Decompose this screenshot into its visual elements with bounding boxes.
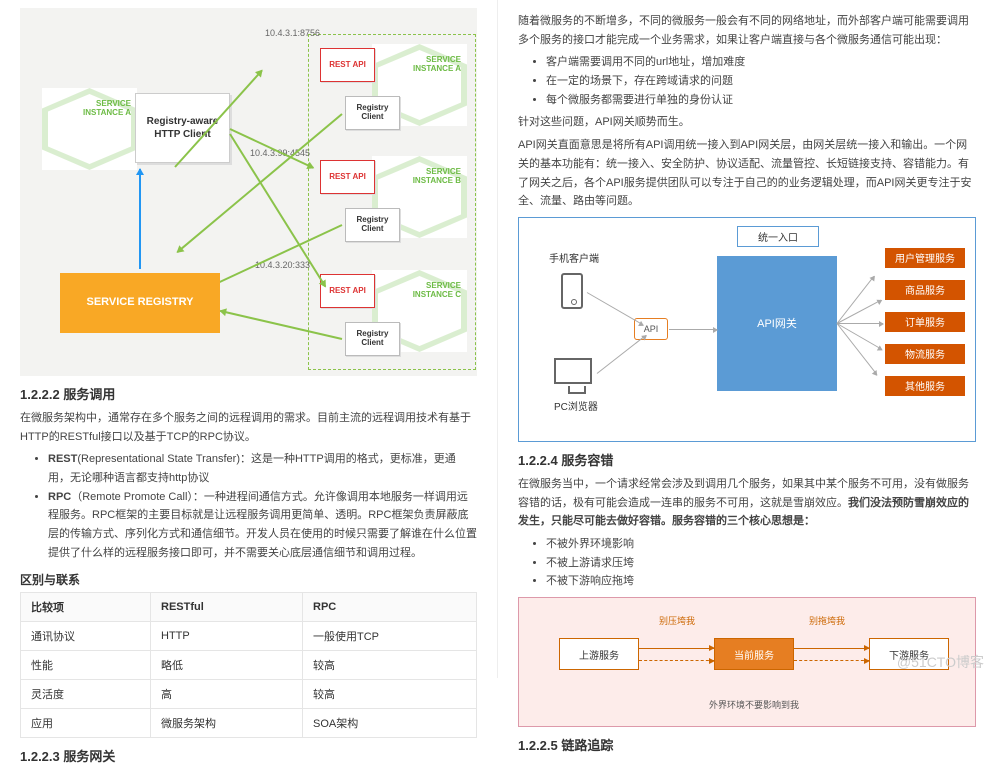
phone-client-label: 手机客户端 <box>549 250 599 265</box>
api-gateway-box: API网关 <box>717 256 837 391</box>
ft-list: 不被外界环境影响 不被上游请求压垮 不被下游响应拖垮 <box>546 535 976 591</box>
service-registry-box: SERVICE REGISTRY <box>60 273 220 333</box>
ip-label-1: 10.4.3.1:8756 <box>265 28 320 38</box>
service-other: 其他服务 <box>885 376 965 396</box>
heading-fault-tolerance: 1.2.2.4 服务容错 <box>518 450 976 469</box>
table-row: 性能略低较高 <box>21 650 477 679</box>
para-gateway-born: 针对这些问题，API网关顺势而生。 <box>518 113 976 132</box>
registry-client-box-2: Registry Client <box>345 208 400 242</box>
list-item: 不被上游请求压垮 <box>546 554 976 573</box>
heading-gateway: 1.2.2.3 服务网关 <box>20 746 477 765</box>
gateway-issue-list: 客户端需要调用不同的url地址，增加难度 在一定的场景下，存在跨域请求的问题 每… <box>546 53 976 109</box>
arrow-registry-up <box>139 169 141 269</box>
table-header: RESTful <box>151 592 303 621</box>
service-instance-a-hex: SERVICEINSTANCE A <box>42 88 137 170</box>
list-item-rpc: RPC（Remote Promote Call）：一种进程间通信方式。允许像调用… <box>48 488 477 563</box>
service-order: 订单服务 <box>885 312 965 332</box>
service-logistics: 物流服务 <box>885 344 965 364</box>
list-item: 每个微服务都需要进行单独的身份认证 <box>546 91 976 110</box>
rest-rpc-list: RESTREST(Representational State Transfer… <box>48 450 477 562</box>
table-row: 通讯协议HTTP一般使用TCP <box>21 621 477 650</box>
phone-icon <box>561 273 583 309</box>
list-item: 在一定的场景下，存在跨域请求的问题 <box>546 72 976 91</box>
compare-table: 比较项 RESTful RPC 通讯协议HTTP一般使用TCP 性能略低较高 灵… <box>20 592 477 738</box>
subhead-compare: 区别与联系 <box>20 571 477 588</box>
api-gateway-diagram: 统一入口 手机客户端 PC浏览器 API API网关 用户管理服务 商品服务 订… <box>518 217 976 442</box>
pc-icon <box>554 358 592 384</box>
watermark: @51CTO博客 <box>897 652 984 672</box>
registry-client-box-3: Registry Client <box>345 322 400 356</box>
para-ft: 在微服务当中，一个请求经常会涉及到调用几个服务，如果其中某个服务不可用，没有做服… <box>518 475 976 531</box>
table-row: 应用微服务架构SOA架构 <box>21 708 477 737</box>
current-service-box: 当前服务 <box>714 638 794 670</box>
ft-label-1: 别压垮我 <box>659 614 695 627</box>
list-item: 不被外界环境影响 <box>546 535 976 554</box>
gateway-entry-label: 统一入口 <box>737 226 819 247</box>
rest-api-box-1: REST API <box>320 48 375 82</box>
table-header: 比较项 <box>21 592 151 621</box>
rest-api-box-3: REST API <box>320 274 375 308</box>
rest-api-box-2: REST API <box>320 160 375 194</box>
left-column: SERVICEINSTANCE A Registry-aware HTTP Cl… <box>0 0 498 678</box>
para-service-call-intro: 在微服务架构中，通常存在多个服务之间的远程调用的需求。目前主流的远程调用技术有基… <box>20 409 477 446</box>
service-user-mgmt: 用户管理服务 <box>885 248 965 268</box>
para-gateway-intro: 随着微服务的不断增多，不同的微服务一般会有不同的网络地址，而外部客户端可能需要调… <box>518 12 976 49</box>
list-item: 客户端需要调用不同的url地址，增加难度 <box>546 53 976 72</box>
http-client-box: Registry-aware HTTP Client <box>135 93 230 163</box>
ft-note: 外界环境不要影响到我 <box>709 698 799 711</box>
service-product: 商品服务 <box>885 280 965 300</box>
ft-label-2: 别拖垮我 <box>809 614 845 627</box>
service-registry-diagram: SERVICEINSTANCE A Registry-aware HTTP Cl… <box>20 8 477 376</box>
registry-client-box-1: Registry Client <box>345 96 400 130</box>
table-row: 灵活度高较高 <box>21 679 477 708</box>
upstream-service-box: 上游服务 <box>559 638 639 670</box>
heading-service-call: 1.2.2.2 服务调用 <box>20 384 477 403</box>
list-item: 不被下游响应拖垮 <box>546 572 976 591</box>
right-column: 随着微服务的不断增多，不同的微服务一般会有不同的网络地址，而外部客户端可能需要调… <box>498 0 996 678</box>
table-header: RPC <box>303 592 477 621</box>
list-item-rest: RESTREST(Representational State Transfer… <box>48 450 477 487</box>
pc-browser-label: PC浏览器 <box>554 398 598 413</box>
heading-link-tracking: 1.2.2.5 链路追踪 <box>518 735 976 754</box>
para-gateway-desc: API网关直面意思是将所有API调用统一接入到API网关层，由网关层统一接入和输… <box>518 136 976 211</box>
